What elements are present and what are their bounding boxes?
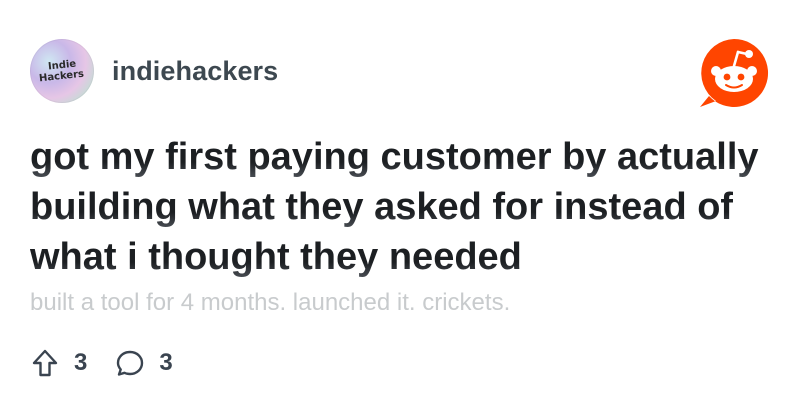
comments-button[interactable]: 3 — [115, 348, 173, 378]
post-card[interactable]: Indie Hackers indiehackers got my first … — [0, 0, 800, 419]
reddit-logo-icon — [700, 38, 769, 107]
post-title[interactable]: got my first paying customer by actually… — [30, 132, 775, 282]
arrow-up-icon — [32, 349, 58, 377]
community-name[interactable]: indiehackers — [112, 56, 278, 87]
speech-bubble-icon — [117, 350, 144, 376]
avatar-text-line2: Hackers — [39, 68, 85, 85]
comment-count: 3 — [159, 349, 173, 376]
upvote-count: 3 — [74, 349, 88, 376]
post-body-preview: built a tool for 4 months. launched it. … — [30, 289, 511, 316]
community-avatar[interactable]: Indie Hackers — [30, 39, 94, 103]
post-header: Indie Hackers indiehackers — [30, 38, 278, 104]
post-stats: 3 3 — [30, 346, 173, 380]
upvote-button[interactable]: 3 — [30, 348, 87, 378]
post-title-text: got my first paying customer by actually… — [30, 136, 759, 278]
